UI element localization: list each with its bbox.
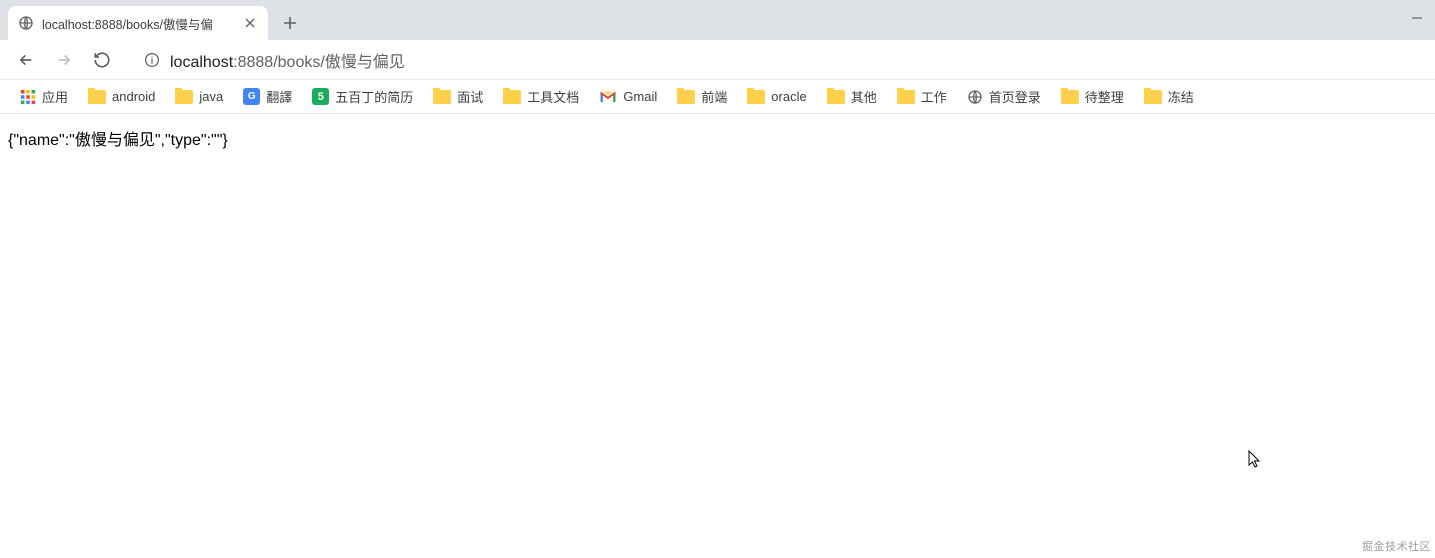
globe-icon (18, 15, 34, 31)
bookmark-label: java (199, 89, 223, 104)
apps-shortcut[interactable]: 应用 (12, 83, 76, 110)
bookmark-item[interactable]: 5 五百丁的简历 (304, 83, 421, 110)
json-response-text: {"name":"傲慢与偏见","type":""} (8, 132, 228, 149)
new-tab-button[interactable] (276, 9, 304, 37)
bookmark-label: 前端 (701, 87, 727, 106)
bookmark-item[interactable]: G 翻譯 (235, 83, 300, 110)
bookmark-item[interactable]: java (167, 85, 231, 108)
page-body: {"name":"傲慢与偏见","type":""} (0, 114, 1435, 162)
forward-button[interactable] (48, 44, 80, 76)
bookmark-label: oracle (771, 89, 806, 104)
bookmark-label: 冻结 (1168, 87, 1194, 106)
back-button[interactable] (10, 44, 42, 76)
url-port: :8888 (233, 54, 273, 71)
bookmark-label: 工作 (921, 87, 947, 106)
resume-icon: 5 (312, 88, 329, 105)
bookmark-label: 待整理 (1085, 87, 1124, 106)
bookmark-label: 其他 (851, 87, 877, 106)
globe-icon (967, 89, 983, 105)
tab-title: localhost:8888/books/傲慢与偏 (42, 14, 234, 33)
bookmarks-bar: 应用 android java G 翻譯 5 五百丁的简历 面试 工具文档 Gm… (0, 80, 1435, 114)
url-host: localhost (170, 54, 233, 71)
bookmark-item[interactable]: oracle (739, 85, 814, 108)
folder-icon (827, 90, 845, 104)
folder-icon (503, 90, 521, 104)
bookmark-item[interactable]: Gmail (591, 85, 665, 108)
bookmark-label: 翻譯 (266, 87, 292, 106)
address-bar: localhost:8888/books/傲慢与偏见 (0, 40, 1435, 80)
minimize-icon[interactable] (1411, 11, 1423, 29)
bookmark-label: 工具文档 (527, 87, 579, 106)
bookmark-label: android (112, 89, 155, 104)
bookmark-item[interactable]: android (80, 85, 163, 108)
window-controls (1411, 0, 1435, 40)
url-text: localhost:8888/books/傲慢与偏见 (170, 48, 405, 72)
folder-icon (88, 90, 106, 104)
bookmark-item[interactable]: 冻结 (1136, 83, 1202, 110)
url-field[interactable]: localhost:8888/books/傲慢与偏见 (132, 45, 1425, 75)
bookmark-item[interactable]: 工具文档 (495, 83, 587, 110)
bookmark-item[interactable]: 面试 (425, 83, 491, 110)
translate-icon: G (243, 88, 260, 105)
bookmark-item[interactable]: 前端 (669, 83, 735, 110)
tab-strip: localhost:8888/books/傲慢与偏 (0, 0, 1435, 40)
bookmark-item[interactable]: 待整理 (1053, 83, 1132, 110)
bookmark-item[interactable]: 其他 (819, 83, 885, 110)
close-icon[interactable] (242, 15, 258, 31)
bookmark-label: 五百丁的简历 (335, 87, 413, 106)
bookmark-label: 面试 (457, 87, 483, 106)
watermark-text: 掘金技术社区 (1362, 538, 1431, 554)
gmail-icon (599, 90, 617, 104)
bookmark-label: 应用 (42, 87, 68, 106)
url-path: /books/傲慢与偏见 (273, 54, 405, 71)
browser-tab[interactable]: localhost:8888/books/傲慢与偏 (8, 6, 268, 40)
folder-icon (677, 90, 695, 104)
folder-icon (1061, 90, 1079, 104)
reload-button[interactable] (86, 44, 118, 76)
apps-grid-icon (20, 89, 36, 105)
folder-icon (1144, 90, 1162, 104)
bookmark-label: Gmail (623, 89, 657, 104)
folder-icon (747, 90, 765, 104)
bookmark-item[interactable]: 首页登录 (959, 83, 1049, 110)
bookmark-label: 首页登录 (989, 87, 1041, 106)
folder-icon (175, 90, 193, 104)
folder-icon (897, 90, 915, 104)
mouse-cursor-icon (1248, 450, 1262, 470)
site-info-icon[interactable] (144, 52, 160, 68)
bookmark-item[interactable]: 工作 (889, 83, 955, 110)
folder-icon (433, 90, 451, 104)
